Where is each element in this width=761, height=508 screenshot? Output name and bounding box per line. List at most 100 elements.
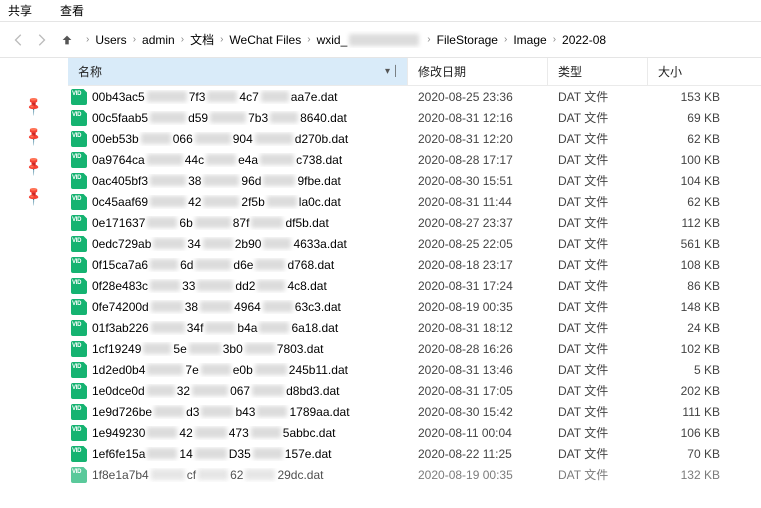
table-row[interactable]: 0f15ca7a66dd6ed768.dat2020-08-18 23:17DA… — [68, 254, 761, 275]
file-icon — [68, 299, 90, 315]
file-name: 1cf192495e3b07803.dat — [90, 342, 408, 356]
menu-view[interactable]: 查看 — [60, 2, 84, 19]
nav-row: ›Users›admin›文档›WeChat Files›wxid_›FileS… — [0, 22, 761, 58]
file-size: 24 KB — [648, 321, 728, 335]
file-size: 112 KB — [648, 216, 728, 230]
file-size: 561 KB — [648, 237, 728, 251]
file-date: 2020-08-31 17:24 — [408, 279, 548, 293]
file-name: 00eb53b066904d270b.dat — [90, 132, 408, 146]
file-date: 2020-08-25 22:05 — [408, 237, 548, 251]
table-row[interactable]: 1ef6fe15a14D35157e.dat2020-08-22 11:25DA… — [68, 443, 761, 464]
file-name: 00b43ac57f34c7aa7e.dat — [90, 90, 408, 104]
breadcrumb-separator-icon: › — [133, 34, 136, 45]
file-date: 2020-08-28 17:17 — [408, 153, 548, 167]
file-type: DAT 文件 — [548, 130, 648, 147]
breadcrumb-item[interactable]: Users — [95, 33, 126, 47]
file-date: 2020-08-31 17:05 — [408, 384, 548, 398]
file-type: DAT 文件 — [548, 340, 648, 357]
breadcrumb-item[interactable]: Image — [513, 33, 546, 47]
breadcrumb[interactable]: ›Users›admin›文档›WeChat Files›wxid_›FileS… — [86, 31, 606, 48]
table-row[interactable]: 00eb53b066904d270b.dat2020-08-31 12:20DA… — [68, 128, 761, 149]
menu-share[interactable]: 共享 — [8, 2, 32, 19]
table-row[interactable]: 00b43ac57f34c7aa7e.dat2020-08-25 23:36DA… — [68, 86, 761, 107]
file-list: 名称 ▾ │ 修改日期 类型 大小 00b43ac57f34c7aa7e.dat… — [68, 58, 761, 508]
file-size: 111 KB — [648, 405, 728, 419]
column-header-size[interactable]: 大小 — [648, 58, 728, 85]
file-icon — [68, 131, 90, 147]
file-name: 0a9764ca44ce4ac738.dat — [90, 153, 408, 167]
file-type: DAT 文件 — [548, 361, 648, 378]
breadcrumb-item[interactable]: wxid_ — [317, 33, 422, 47]
file-icon — [68, 236, 90, 252]
breadcrumb-item[interactable]: FileStorage — [437, 33, 498, 47]
file-size: 108 KB — [648, 258, 728, 272]
breadcrumb-item[interactable]: 文档 — [190, 31, 214, 48]
breadcrumb-separator-icon: › — [504, 34, 507, 45]
breadcrumb-separator-icon: › — [553, 34, 556, 45]
file-icon — [68, 110, 90, 126]
file-name: 0f28e483c33dd24c8.dat — [90, 279, 408, 293]
file-date: 2020-08-31 11:44 — [408, 195, 548, 209]
file-name: 00c5faab5d597b38640.dat — [90, 111, 408, 125]
file-size: 102 KB — [648, 342, 728, 356]
file-icon — [68, 194, 90, 210]
column-header-type[interactable]: 类型 — [548, 58, 648, 85]
file-type: DAT 文件 — [548, 88, 648, 105]
file-icon — [68, 446, 90, 462]
file-type: DAT 文件 — [548, 319, 648, 336]
table-row[interactable]: 1cf192495e3b07803.dat2020-08-28 16:26DAT… — [68, 338, 761, 359]
back-button[interactable] — [8, 29, 30, 51]
column-header-date[interactable]: 修改日期 — [408, 58, 548, 85]
file-type: DAT 文件 — [548, 424, 648, 441]
pin-icon: 📌 — [23, 185, 46, 208]
menu-bar: 共享 查看 — [0, 0, 761, 22]
file-size: 202 KB — [648, 384, 728, 398]
file-icon — [68, 173, 90, 189]
table-row[interactable]: 0ac405bf33896d9fbe.dat2020-08-30 15:51DA… — [68, 170, 761, 191]
table-row[interactable]: 00c5faab5d597b38640.dat2020-08-31 12:16D… — [68, 107, 761, 128]
column-name-label: 名称 — [78, 63, 102, 80]
table-row[interactable]: 0f28e483c33dd24c8.dat2020-08-31 17:24DAT… — [68, 275, 761, 296]
table-row[interactable]: 0edc729ab342b904633a.dat2020-08-25 22:05… — [68, 233, 761, 254]
forward-button[interactable] — [30, 29, 52, 51]
file-type: DAT 文件 — [548, 151, 648, 168]
pin-icon: 📌 — [23, 95, 46, 118]
file-size: 104 KB — [648, 174, 728, 188]
column-header-name[interactable]: 名称 ▾ │ — [68, 58, 408, 85]
table-row[interactable]: 1f8e1a7b4cf6229dc.dat2020-08-19 00:35DAT… — [68, 464, 761, 485]
breadcrumb-item[interactable]: admin — [142, 33, 175, 47]
file-size: 70 KB — [648, 447, 728, 461]
file-date: 2020-08-27 23:37 — [408, 216, 548, 230]
table-row[interactable]: 1e949230424735abbc.dat2020-08-11 00:04DA… — [68, 422, 761, 443]
table-row[interactable]: 1e0dce0d32067d8bd3.dat2020-08-31 17:05DA… — [68, 380, 761, 401]
breadcrumb-item[interactable]: 2022-08 — [562, 33, 606, 47]
file-size: 69 KB — [648, 111, 728, 125]
table-row[interactable]: 0c45aaf69422f5bla0c.dat2020-08-31 11:44D… — [68, 191, 761, 212]
file-icon — [68, 257, 90, 273]
file-date: 2020-08-31 12:20 — [408, 132, 548, 146]
file-name: 0e1716376b87fdf5b.dat — [90, 216, 408, 230]
file-icon — [68, 362, 90, 378]
file-name: 1e9d726bed3b431789aa.dat — [90, 405, 408, 419]
file-date: 2020-08-18 23:17 — [408, 258, 548, 272]
up-button[interactable] — [56, 29, 78, 51]
table-row[interactable]: 0e1716376b87fdf5b.dat2020-08-27 23:37DAT… — [68, 212, 761, 233]
file-type: DAT 文件 — [548, 445, 648, 462]
breadcrumb-separator-icon: › — [86, 34, 89, 45]
file-name: 1e0dce0d32067d8bd3.dat — [90, 384, 408, 398]
file-size: 153 KB — [648, 90, 728, 104]
table-row[interactable]: 1d2ed0b47ee0b245b11.dat2020-08-31 13:46D… — [68, 359, 761, 380]
file-name: 1d2ed0b47ee0b245b11.dat — [90, 363, 408, 377]
table-row[interactable]: 01f3ab22634fb4a6a18.dat2020-08-31 18:12D… — [68, 317, 761, 338]
file-date: 2020-08-28 16:26 — [408, 342, 548, 356]
file-date: 2020-08-19 00:35 — [408, 468, 548, 482]
file-size: 132 KB — [648, 468, 728, 482]
breadcrumb-separator-icon: › — [427, 34, 430, 45]
table-row[interactable]: 1e9d726bed3b431789aa.dat2020-08-30 15:42… — [68, 401, 761, 422]
column-header-row: 名称 ▾ │ 修改日期 类型 大小 — [68, 58, 761, 86]
file-icon — [68, 215, 90, 231]
file-icon — [68, 278, 90, 294]
breadcrumb-item[interactable]: WeChat Files — [229, 33, 301, 47]
table-row[interactable]: 0a9764ca44ce4ac738.dat2020-08-28 17:17DA… — [68, 149, 761, 170]
table-row[interactable]: 0fe74200d38496463c3.dat2020-08-19 00:35D… — [68, 296, 761, 317]
